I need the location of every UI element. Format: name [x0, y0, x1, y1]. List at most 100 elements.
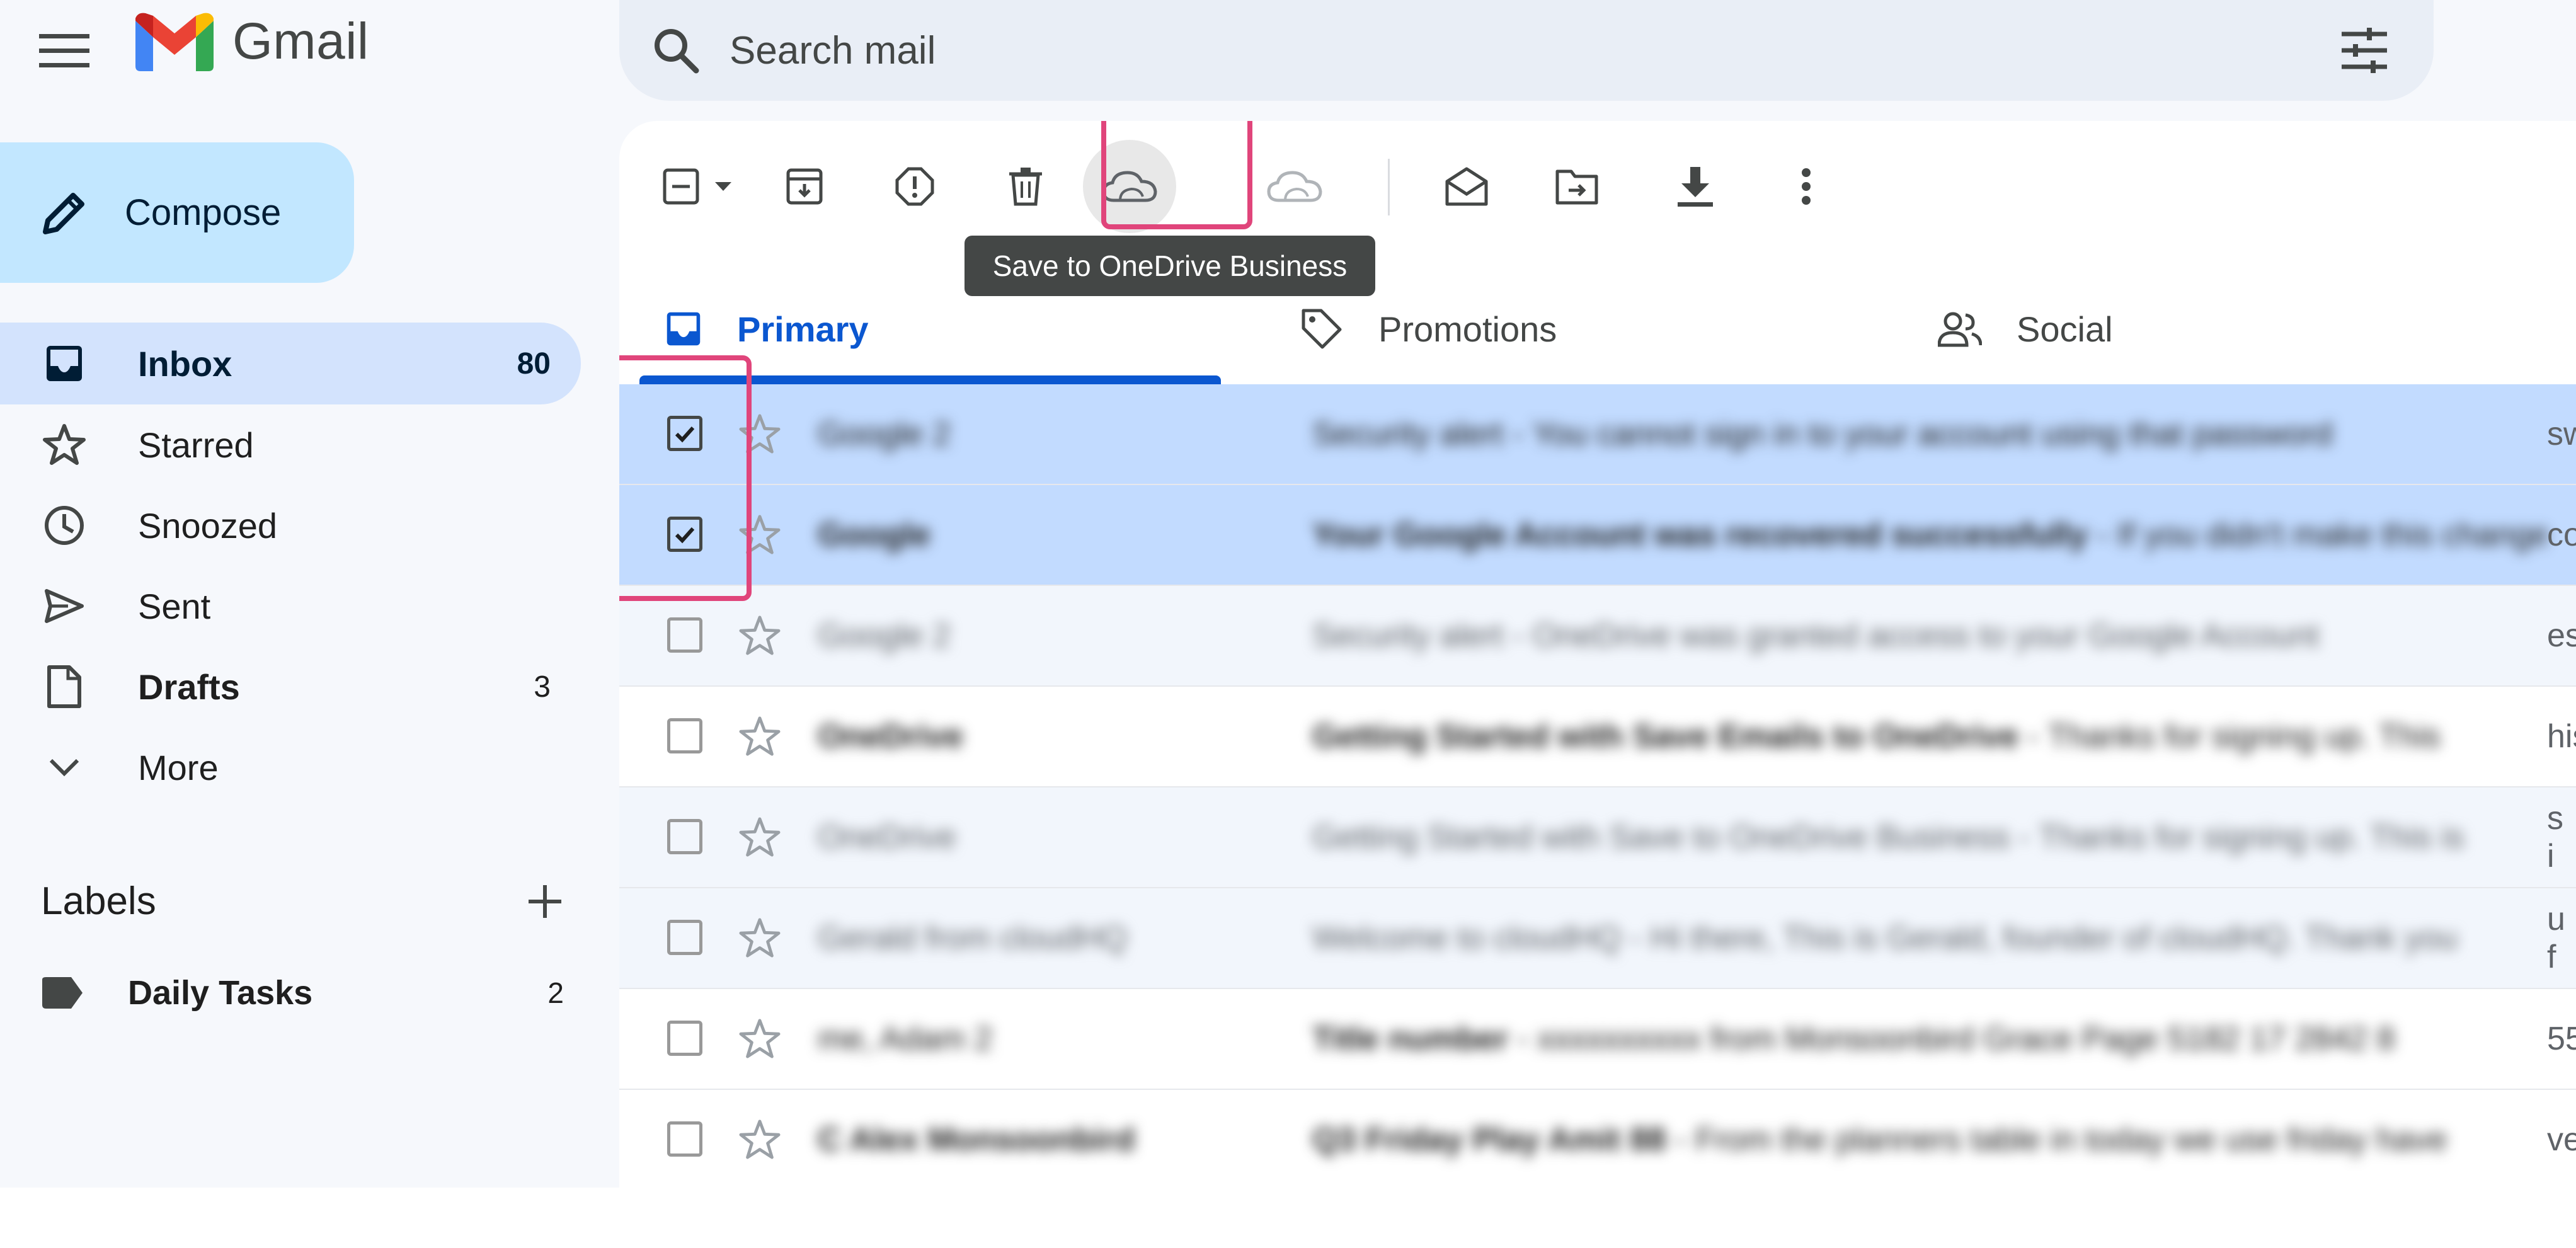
onedrive-button-highlight [1101, 121, 1252, 229]
star-icon[interactable] [739, 716, 781, 757]
email-row[interactable]: C Alex Monsoonbird Q3 Friday Play Amit 8… [619, 1090, 2576, 1188]
label-item-daily-tasks[interactable]: Daily Tasks 2 [41, 973, 564, 1012]
snippet-edge: s i [2547, 800, 2563, 874]
sidebar-item-snoozed[interactable]: Snoozed [0, 485, 581, 566]
select-dropdown-button[interactable] [701, 155, 745, 218]
compose-button[interactable]: Compose [0, 142, 354, 283]
email-list: Google 2 Security alert - You cannot sig… [619, 384, 2576, 1188]
snippet-edge: sw [2547, 416, 2576, 452]
search-options-icon[interactable] [2339, 25, 2390, 76]
archive-icon [786, 168, 823, 205]
sidebar-item-sent[interactable]: Sent [0, 566, 581, 646]
email-subject: Security alert [1312, 617, 1504, 654]
search-icon[interactable] [651, 25, 701, 76]
email-subject: Getting Started with Save Emails to OneD… [1312, 718, 2019, 755]
email-subject-line: Security alert - OneDrive was granted ac… [1312, 617, 2320, 654]
archive-button[interactable] [773, 155, 836, 218]
email-subject: Welcome to cloudHQ [1312, 920, 1622, 956]
email-row[interactable]: Gerald from cloudHQ Welcome to cloudHQ -… [619, 888, 2576, 989]
tab-promotions[interactable]: Promotions [1300, 272, 1557, 386]
email-subject-line: Welcome to cloudHQ - Hi there, This is G… [1312, 920, 2458, 956]
sidebar-item-more[interactable]: More [0, 727, 581, 808]
search-bar[interactable] [619, 0, 2434, 101]
email-snippet: OneDrive was granted access to your Goog… [1532, 617, 2320, 654]
more-options-button[interactable] [1775, 155, 1838, 218]
labels-title: Labels [41, 879, 156, 923]
email-row[interactable]: me, Adam 2 Title number - xxxxxxxxxx fro… [619, 989, 2576, 1090]
sidebar-item-starred[interactable]: Starred [0, 404, 581, 485]
row-checkbox[interactable] [667, 819, 702, 854]
plus-icon[interactable] [526, 883, 564, 920]
inbox-icon [41, 340, 88, 387]
email-row[interactable]: OneDrive Getting Started with Save Email… [619, 687, 2576, 787]
draft-icon [41, 663, 88, 710]
snippet-edge: es [2547, 617, 2576, 654]
email-row[interactable]: Google 2 Security alert - You cannot sig… [619, 384, 2576, 485]
sidebar-item-label: Snoozed [138, 505, 278, 546]
delete-button[interactable] [994, 155, 1057, 218]
email-subject-line: Getting Started with Save Emails to OneD… [1312, 718, 2441, 755]
tab-label: Promotions [1378, 309, 1557, 349]
report-spam-button[interactable] [883, 155, 946, 218]
snippet-edge: u f [2547, 901, 2565, 975]
move-to-button[interactable] [1545, 155, 1608, 218]
row-checkbox[interactable] [667, 1021, 702, 1056]
star-icon[interactable] [739, 1119, 781, 1160]
star-icon[interactable] [739, 917, 781, 959]
email-subject-line: Getting Started with Save to OneDrive Bu… [1312, 819, 2464, 856]
email-subject: Your Google Account was recovered succes… [1312, 517, 2088, 553]
email-snippet: You cannot sign in to your account using… [1532, 416, 2333, 452]
email-sender: Google [818, 517, 931, 553]
inbox-tabs: Primary Promotions Social [619, 272, 2576, 386]
mail-toolbar [619, 121, 2576, 242]
gmail-logo[interactable]: Gmail [135, 10, 369, 73]
email-subject-line: Your Google Account was recovered succes… [1312, 485, 2547, 585]
selected-checkboxes-highlight [619, 355, 752, 601]
email-row[interactable]: Google 2 Security alert - OneDrive was g… [619, 586, 2576, 687]
snippet-edge: co [2547, 517, 2576, 553]
star-icon[interactable] [739, 615, 781, 656]
email-row[interactable]: OneDrive Getting Started with Save to On… [619, 787, 2576, 888]
sidebar-item-drafts[interactable]: Drafts 3 [0, 646, 581, 727]
trash-icon [1009, 168, 1042, 206]
star-icon[interactable] [739, 816, 781, 858]
label-tag-icon [42, 977, 83, 1009]
star-icon [41, 421, 88, 468]
email-subject-line: Title number - xxxxxxxxxx from Monsoonbi… [1312, 1021, 2395, 1057]
sidebar-item-label: Starred [138, 425, 254, 465]
sidebar-nav: Inbox 80 Starred Snoozed Sent Drafts 3 M… [0, 323, 581, 808]
email-sender: me, Adam 2 [818, 1021, 993, 1057]
gmail-m-icon [135, 13, 214, 71]
label-count: 2 [547, 976, 564, 1009]
email-snippet: From the planners table in today we use … [1695, 1121, 2447, 1158]
email-snippet: Thanks for signing up. This is [2039, 819, 2464, 856]
row-checkbox[interactable] [667, 718, 702, 753]
main-menu-button[interactable] [33, 19, 96, 82]
mark-as-read-button[interactable] [1435, 155, 1498, 218]
email-subject: Q3 Friday Play Amit 88 [1312, 1121, 1666, 1158]
email-row[interactable]: Google Your Google Account was recovered… [619, 485, 2576, 586]
snippet-edge: ve [2547, 1121, 2576, 1158]
download-button[interactable] [1664, 155, 1727, 218]
onedrive-cloud-icon [1267, 171, 1322, 202]
search-input[interactable] [730, 28, 2178, 73]
tab-social[interactable]: Social [1938, 272, 2113, 386]
email-subject-line: Security alert - You cannot sign in to y… [1312, 416, 2333, 452]
toolbar-divider [1388, 159, 1390, 215]
draft-count: 3 [534, 670, 551, 704]
snippet-edge: his [2547, 718, 2576, 755]
select-partial-icon [663, 168, 699, 205]
sidebar-item-inbox[interactable]: Inbox 80 [0, 323, 581, 404]
sidebar-item-label: Inbox [138, 343, 232, 384]
gmail-app: Gmail Compose Inbox 80 Starred [0, 0, 2576, 1188]
row-checkbox[interactable] [667, 1121, 702, 1157]
row-checkbox[interactable] [667, 920, 702, 955]
star-icon[interactable] [739, 1018, 781, 1060]
row-checkbox[interactable] [667, 617, 702, 653]
tab-label: Social [2017, 309, 2113, 349]
email-subject: Security alert [1312, 416, 1504, 452]
email-subject: Title number [1312, 1021, 1509, 1057]
save-to-onedrive-button[interactable] [1263, 155, 1326, 218]
email-snippet: xxxxxxxxxx from Monsoonbird Grace Page 5… [1537, 1021, 2395, 1057]
clock-icon [41, 502, 88, 549]
